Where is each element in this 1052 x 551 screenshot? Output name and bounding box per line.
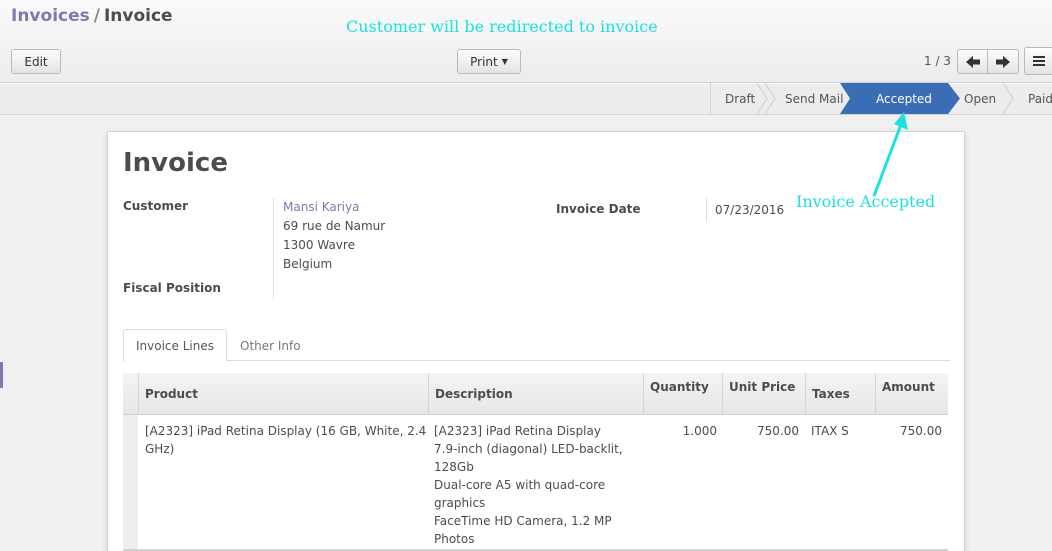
pager-buttons	[957, 49, 1019, 74]
notebook-tabs: Invoice Lines Other Info	[123, 329, 950, 362]
table-row[interactable]: [A2323] iPad Retina Display (16 GB, Whit…	[123, 415, 948, 551]
cell-quantity: 1.000	[682, 424, 717, 438]
customer-name-link[interactable]: Mansi Kariya	[283, 198, 385, 217]
cell-unit-price: 750.00	[757, 424, 799, 438]
field-divider	[273, 198, 274, 299]
column-header-description[interactable]: Description	[428, 373, 643, 415]
status-stage-label: Paid	[1028, 91, 1052, 106]
cell-amount: 750.00	[900, 424, 942, 438]
print-button-label: Print	[470, 54, 498, 69]
control-panel: Invoices / Invoice Customer will be redire…	[0, 0, 1052, 83]
list-view-button[interactable]	[1024, 47, 1052, 75]
description-line: Photos	[434, 532, 475, 546]
cell-taxes: ITAX S	[811, 424, 849, 438]
column-header-taxes[interactable]: Taxes	[805, 373, 875, 415]
cell-product: [A2323] iPad Retina Display (16 GB, Whit…	[145, 424, 427, 456]
tab-invoice-lines[interactable]: Invoice Lines	[123, 329, 227, 362]
pager-next-button[interactable]	[988, 49, 1019, 74]
column-header-amount[interactable]: Amount	[875, 373, 948, 415]
table-header: Product Description Quantity Unit Price …	[123, 373, 948, 415]
breadcrumb-current: Invoice	[103, 6, 173, 26]
status-stage-label: Send Mail	[785, 91, 844, 106]
field-divider	[706, 198, 707, 222]
breadcrumb-invoices-link[interactable]: Invoices	[11, 6, 90, 26]
customer-country: Belgium	[283, 257, 333, 271]
caret-down-icon: ▼	[501, 57, 508, 66]
customer-city: 1300 Wavre	[283, 238, 355, 252]
description-line: Dual-core A5 with quad-core	[434, 478, 606, 492]
breadcrumb-separator: /	[93, 6, 100, 26]
description-line: FaceTime HD Camera, 1.2 MP	[434, 514, 612, 528]
column-header-quantity[interactable]: Quantity	[643, 373, 722, 415]
status-stage-open[interactable]: Open	[948, 83, 1014, 114]
column-header-unit-price[interactable]: Unit Price	[722, 373, 805, 415]
description-line: graphics	[434, 496, 486, 510]
page-title: Invoice	[123, 148, 228, 178]
pager-previous-button[interactable]	[957, 49, 988, 74]
customer-field: Mansi Kariya 69 rue de Namur 1300 Wavre …	[283, 198, 385, 274]
status-stage-paid[interactable]: Paid	[1004, 83, 1052, 114]
description-line: 128Gb	[434, 460, 474, 474]
print-button[interactable]: Print ▼	[457, 49, 521, 74]
status-stage-label: Draft	[725, 91, 756, 106]
annotation-accepted-note: Invoice Accepted	[796, 192, 936, 211]
cell-description: [A2323] iPad Retina Display 7.9-inch (di…	[434, 422, 639, 548]
description-line: 7.9-inch (diagonal) LED-backlit,	[434, 442, 623, 456]
customer-label: Customer	[123, 199, 189, 213]
invoice-date-label: Invoice Date	[556, 202, 641, 216]
status-stage-label: Accepted	[876, 91, 932, 106]
left-edge-marker	[0, 362, 3, 388]
arrow-right-icon	[996, 55, 1010, 68]
fiscal-position-label: Fiscal Position	[123, 281, 221, 295]
edit-button[interactable]: Edit	[11, 49, 61, 74]
pager-value[interactable]: 1 / 3	[924, 54, 951, 68]
status-stage-label: Open	[964, 91, 997, 106]
stage-arrow-tail-icon	[840, 83, 852, 114]
column-header-product[interactable]: Product	[138, 373, 428, 415]
stage-separator-icon	[756, 83, 768, 114]
breadcrumb: Invoices / Invoice	[11, 6, 173, 26]
annotation-arrow-icon	[872, 112, 908, 197]
customer-street: 69 rue de Namur	[283, 219, 386, 233]
arrow-left-icon	[965, 55, 980, 68]
list-view-icon	[1033, 56, 1045, 66]
tab-other-info[interactable]: Other Info	[228, 329, 313, 362]
invoice-lines-table: Product Description Quantity Unit Price …	[123, 373, 948, 551]
annotation-redirect-note: Customer will be redirected to invoice	[346, 17, 658, 36]
invoice-date-value: 07/23/2016	[715, 203, 785, 217]
description-line: [A2323] iPad Retina Display	[434, 424, 601, 438]
